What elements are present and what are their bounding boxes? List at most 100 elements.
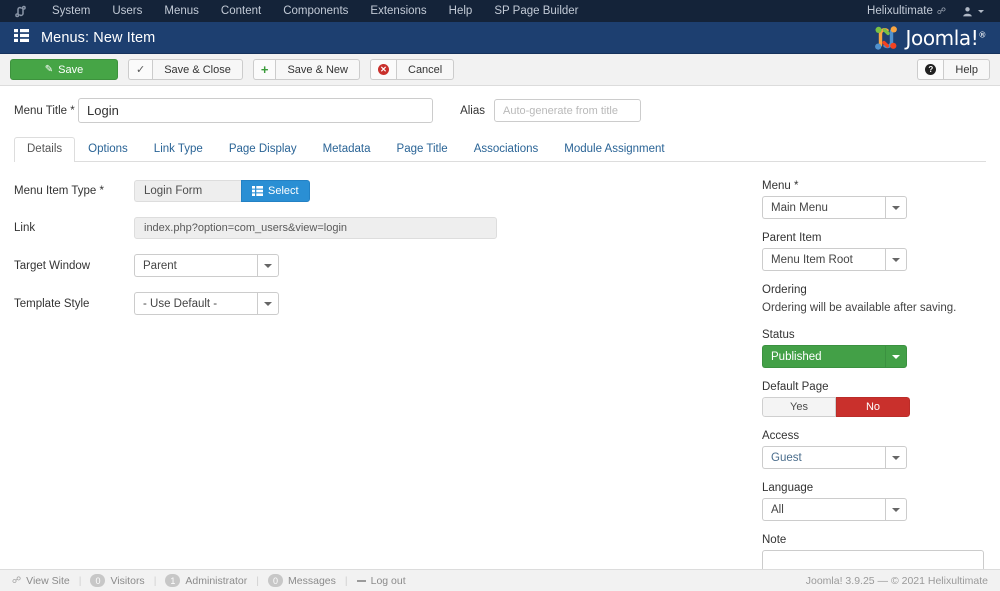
- chevron-down-icon: [257, 254, 279, 277]
- administrator-count-badge: 1: [165, 574, 181, 587]
- default-page-no-option[interactable]: No: [836, 397, 910, 417]
- check-icon: ✓: [128, 59, 153, 80]
- template-style-row: Template Style - Use Default -: [14, 292, 754, 315]
- nav-item-menus[interactable]: Menus: [153, 0, 210, 22]
- joomla-logo-icon: [874, 25, 897, 50]
- logout-label: Log out: [370, 574, 406, 587]
- nav-item-components[interactable]: Components: [272, 0, 359, 22]
- editor-toolbar: ✎ Save ✓ Save & Close + Save & New ✕ Can…: [0, 54, 1000, 86]
- view-site-link[interactable]: ☍ View Site: [12, 575, 79, 587]
- brand-wordmark: Joomla!®: [906, 26, 987, 50]
- form-body: Menu Item Type Login Form: [0, 162, 1000, 585]
- access-value: Guest: [762, 446, 885, 469]
- ordering-label: Ordering: [762, 284, 807, 296]
- visitors-count-badge: 0: [90, 574, 106, 587]
- view-site-label: View Site: [26, 574, 70, 587]
- nav-item-users[interactable]: Users: [101, 0, 153, 22]
- select-menu-item-type-button[interactable]: Select: [241, 180, 310, 202]
- menu-title-input[interactable]: [78, 98, 433, 123]
- messages-status[interactable]: 0 Messages: [259, 574, 345, 587]
- cancel-label: Cancel: [408, 63, 443, 76]
- help-group[interactable]: ? Help: [917, 59, 990, 80]
- parent-item-label: Parent Item: [762, 232, 822, 244]
- language-select[interactable]: All: [762, 498, 907, 521]
- list-icon: [252, 186, 263, 196]
- save-new-group[interactable]: + Save & New: [252, 59, 360, 80]
- template-style-value: - Use Default -: [134, 292, 257, 315]
- target-window-select[interactable]: Parent: [134, 254, 279, 277]
- link-row: Link index.php?option=com_users&view=log…: [14, 217, 754, 239]
- chevron-down-icon: [978, 9, 984, 13]
- joomla-brand: Joomla!®: [871, 24, 987, 52]
- parent-item-group: Parent Item Menu Item Root: [762, 232, 980, 271]
- cancel-group[interactable]: ✕ Cancel: [370, 59, 455, 80]
- tab-metadata[interactable]: Metadata: [310, 137, 384, 162]
- template-style-select[interactable]: - Use Default -: [134, 292, 279, 315]
- question-circle-icon: ?: [917, 59, 944, 80]
- save-close-button[interactable]: Save & Close: [152, 59, 243, 80]
- menu-item-type-row: Menu Item Type Login Form: [14, 180, 754, 202]
- tab-page-title[interactable]: Page Title: [384, 137, 461, 162]
- default-page-group: Default Page Yes No: [762, 381, 980, 417]
- help-label: Help: [955, 63, 978, 76]
- ordering-group: Ordering Ordering will be available afte…: [762, 284, 980, 316]
- menu-item-type-control: Login Form Select: [134, 180, 310, 202]
- external-link-icon: ☍: [936, 5, 946, 16]
- save-button[interactable]: ✎ Save: [10, 59, 118, 80]
- save-new-label: Save & New: [287, 63, 348, 76]
- default-page-yes-option[interactable]: Yes: [762, 397, 836, 417]
- joomla-mini-icon[interactable]: [14, 5, 27, 18]
- visitors-status[interactable]: 0 Visitors: [81, 574, 153, 587]
- main-content: Menu Title Alias Details Options Link Ty…: [0, 86, 1000, 572]
- cancel-circle-icon: ✕: [370, 59, 396, 80]
- editor-tabs: Details Options Link Type Page Display M…: [14, 137, 986, 162]
- admin-footer: ☍ View Site | 0 Visitors | 1 Administrat…: [0, 569, 1000, 591]
- nav-item-help[interactable]: Help: [438, 0, 484, 22]
- tab-page-display[interactable]: Page Display: [216, 137, 310, 162]
- menu-select[interactable]: Main Menu: [762, 196, 907, 219]
- administrator-status[interactable]: 1 Administrator: [156, 574, 256, 587]
- status-select[interactable]: Published: [762, 345, 907, 368]
- user-menu-button[interactable]: [956, 6, 992, 17]
- tab-associations[interactable]: Associations: [461, 137, 552, 162]
- help-button[interactable]: Help: [943, 59, 990, 80]
- top-right-area: Helixultimate ☍: [857, 0, 992, 22]
- tab-module-assignment[interactable]: Module Assignment: [551, 137, 677, 162]
- brand-registered-mark: ®: [978, 29, 986, 39]
- default-page-toggle[interactable]: Yes No: [762, 397, 910, 417]
- minus-icon: [356, 579, 366, 582]
- tab-options[interactable]: Options: [75, 137, 141, 162]
- nav-item-extensions[interactable]: Extensions: [359, 0, 437, 22]
- target-window-row: Target Window Parent: [14, 254, 754, 277]
- template-style-label: Template Style: [14, 297, 90, 310]
- save-close-label: Save & Close: [164, 63, 231, 76]
- nav-item-sp-page-builder[interactable]: SP Page Builder: [483, 0, 589, 22]
- nav-item-content[interactable]: Content: [210, 0, 272, 22]
- cancel-button[interactable]: Cancel: [396, 59, 455, 80]
- administrator-label: Administrator: [185, 574, 248, 587]
- save-new-button[interactable]: Save & New: [275, 59, 360, 80]
- chevron-down-icon: [885, 196, 907, 219]
- menu-item-type-label: Menu Item Type: [14, 185, 134, 197]
- visitors-label: Visitors: [110, 574, 145, 587]
- access-select[interactable]: Guest: [762, 446, 907, 469]
- alias-input[interactable]: [494, 99, 641, 122]
- title-alias-row: Menu Title Alias: [0, 86, 1000, 123]
- status-group: Status Published: [762, 329, 980, 368]
- site-name-label: Helixultimate: [867, 5, 933, 17]
- tab-details[interactable]: Details: [14, 137, 76, 162]
- menu-item-type-value: Login Form: [134, 180, 241, 202]
- external-link-icon: ☍: [12, 575, 22, 585]
- parent-item-select[interactable]: Menu Item Root: [762, 248, 907, 271]
- save-group: ✎ Save: [10, 59, 118, 80]
- alias-label: Alias: [460, 104, 485, 117]
- site-name-link[interactable]: Helixultimate ☍: [857, 5, 956, 17]
- access-group: Access Guest: [762, 430, 980, 469]
- logout-button[interactable]: Log out: [348, 575, 415, 587]
- save-close-group[interactable]: ✓ Save & Close: [128, 59, 243, 80]
- target-window-label: Target Window: [14, 259, 91, 272]
- messages-label: Messages: [288, 574, 336, 587]
- nav-item-system[interactable]: System: [41, 0, 101, 22]
- toolbar-right: ? Help: [917, 59, 990, 80]
- tab-link-type[interactable]: Link Type: [141, 137, 216, 162]
